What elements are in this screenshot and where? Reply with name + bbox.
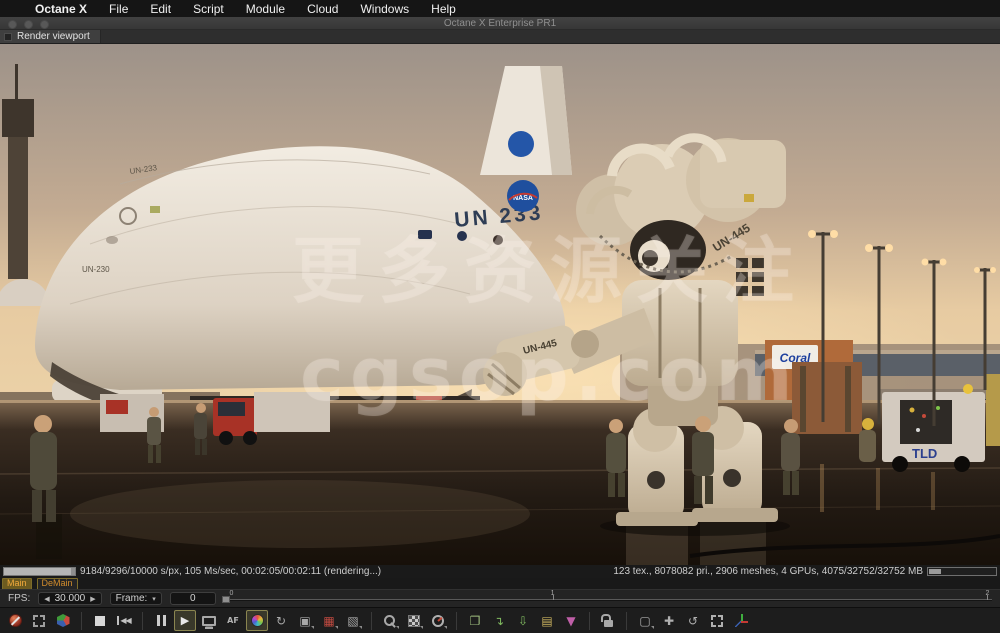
- abort-render-icon[interactable]: [4, 610, 26, 631]
- tab-main[interactable]: Main: [2, 578, 32, 590]
- timeline-track[interactable]: 0 1 2: [224, 590, 992, 607]
- axis-gizmo-icon[interactable]: [730, 610, 752, 631]
- render-status-bar: 9184/9296/10000 s/px, 105 Ms/sec, 00:02:…: [0, 565, 1000, 578]
- timeline-tickline-2: [987, 595, 988, 600]
- chevron-down-icon: ▾: [152, 595, 156, 603]
- render-progress-text: 9184/9296/10000 s/px, 105 Ms/sec, 00:02:…: [80, 566, 381, 577]
- toolbar-separator: [81, 612, 82, 630]
- menu-cloud[interactable]: Cloud: [296, 2, 349, 16]
- watermark-line1: 更多资源关注: [292, 212, 808, 317]
- plane-label-small-2: UN-230: [82, 265, 110, 274]
- color-picker-wheel-icon[interactable]: [246, 610, 268, 631]
- tab-label: Render viewport: [17, 31, 90, 42]
- zoom-reset-icon[interactable]: [379, 610, 401, 631]
- toolbar-separator: [142, 612, 143, 630]
- render-viewport[interactable]: Coral: [0, 44, 1000, 565]
- pan-camera-icon[interactable]: ✚: [658, 610, 680, 631]
- fit-view-icon[interactable]: [706, 610, 728, 631]
- copy-image-icon[interactable]: ❐: [464, 610, 486, 631]
- rgb-cube-icon[interactable]: [52, 610, 74, 631]
- zoom-window-button[interactable]: [40, 20, 49, 29]
- tld-label: TLD: [912, 446, 937, 461]
- timeline-handle[interactable]: [222, 596, 230, 603]
- render-progress-bar: [3, 567, 76, 576]
- resume-render-icon[interactable]: ▶: [174, 610, 196, 631]
- tab-demain[interactable]: DeMain: [37, 578, 78, 590]
- crop-picker-icon[interactable]: ▧: [342, 610, 364, 631]
- import-package-icon[interactable]: ⇩: [512, 610, 534, 631]
- toolbar-separator: [589, 612, 590, 630]
- minimize-window-button[interactable]: [24, 20, 33, 29]
- pick-object-icon[interactable]: ▢: [634, 610, 656, 631]
- pause-render-icon[interactable]: [150, 610, 172, 631]
- viewport-tab-bar: Render viewport: [0, 30, 1000, 44]
- memory-progress-fill: [929, 569, 941, 574]
- window-title-bar: Octane X Enterprise PR1: [0, 17, 1000, 30]
- frame-label: Frame:: [116, 593, 148, 604]
- toolbar-separator: [371, 612, 372, 630]
- timeline-tickline-1: [553, 595, 554, 600]
- stop-render-icon[interactable]: [89, 610, 111, 631]
- render-progress-fill: [4, 568, 71, 575]
- render-passes-icon[interactable]: ▼: [560, 610, 582, 631]
- save-render-icon[interactable]: ▤: [536, 610, 558, 631]
- timeline-bar: FPS: ◀ 30.000 ▶ Frame: ▾ 0 0 1 2: [0, 589, 1000, 607]
- frame-value-field[interactable]: 0: [170, 592, 216, 605]
- menu-help[interactable]: Help: [420, 2, 467, 16]
- menu-module[interactable]: Module: [235, 2, 296, 16]
- window-controls: [8, 20, 49, 29]
- close-window-button[interactable]: [8, 20, 17, 29]
- realtime-display-icon[interactable]: [198, 610, 220, 631]
- restart-render-icon[interactable]: ◀◀: [113, 610, 135, 631]
- window-title: Octane X Enterprise PR1: [0, 17, 1000, 30]
- lock-viewport-icon[interactable]: [597, 610, 619, 631]
- menu-edit[interactable]: Edit: [139, 2, 182, 16]
- timeline-rail: [224, 599, 992, 601]
- viewport-toolbar: ◀◀ ▶ AF ↻▣▦▧ ❐↴⇩▤▼ ▢✚↺: [0, 607, 1000, 633]
- toolbar-separator: [626, 612, 627, 630]
- fps-label: FPS:: [8, 593, 30, 604]
- camera-picker-icon[interactable]: ▣: [294, 610, 316, 631]
- fps-stepper: ◀ 30.000 ▶: [38, 592, 101, 605]
- subsampling-icon[interactable]: AF: [222, 610, 244, 631]
- fps-decrease-button[interactable]: ◀: [44, 595, 49, 603]
- material-picker-icon[interactable]: ↻: [270, 610, 292, 631]
- menu-bar: Octane X FileEditScriptModuleCloudWindow…: [0, 0, 1000, 17]
- frame-mode-dropdown[interactable]: Frame: ▾: [110, 592, 162, 605]
- export-image-icon[interactable]: ↴: [488, 610, 510, 631]
- menu-file[interactable]: File: [98, 2, 139, 16]
- fps-increase-button[interactable]: ▶: [90, 595, 95, 603]
- tab-icon: [4, 33, 12, 41]
- tab-render-viewport[interactable]: Render viewport: [0, 30, 101, 43]
- app-menu[interactable]: Octane X: [24, 2, 98, 16]
- performance-gauge-icon[interactable]: [427, 610, 449, 631]
- watermark-line2: cgsop.com: [300, 332, 799, 418]
- white-balance-picker-icon[interactable]: ▦: [318, 610, 340, 631]
- render-target-tabs: Main DeMain: [0, 578, 1000, 589]
- background-alpha-icon[interactable]: [403, 610, 425, 631]
- render-region-icon[interactable]: [28, 610, 50, 631]
- octane-x-app: Octane X FileEditScriptModuleCloudWindow…: [0, 0, 1000, 633]
- render-progress-tip: [71, 568, 75, 575]
- memory-progress-bar: [927, 567, 997, 576]
- timeline-tick-0: 0: [230, 590, 234, 597]
- fps-value[interactable]: 30.000: [55, 593, 86, 604]
- menu-script[interactable]: Script: [182, 2, 235, 16]
- orbit-camera-icon[interactable]: ↺: [682, 610, 704, 631]
- menu-windows[interactable]: Windows: [349, 2, 420, 16]
- resources-text: 123 tex., 8078082 pri., 2906 meshes, 4 G…: [613, 566, 923, 577]
- toolbar-separator: [456, 612, 457, 630]
- frame-value: 0: [190, 593, 196, 604]
